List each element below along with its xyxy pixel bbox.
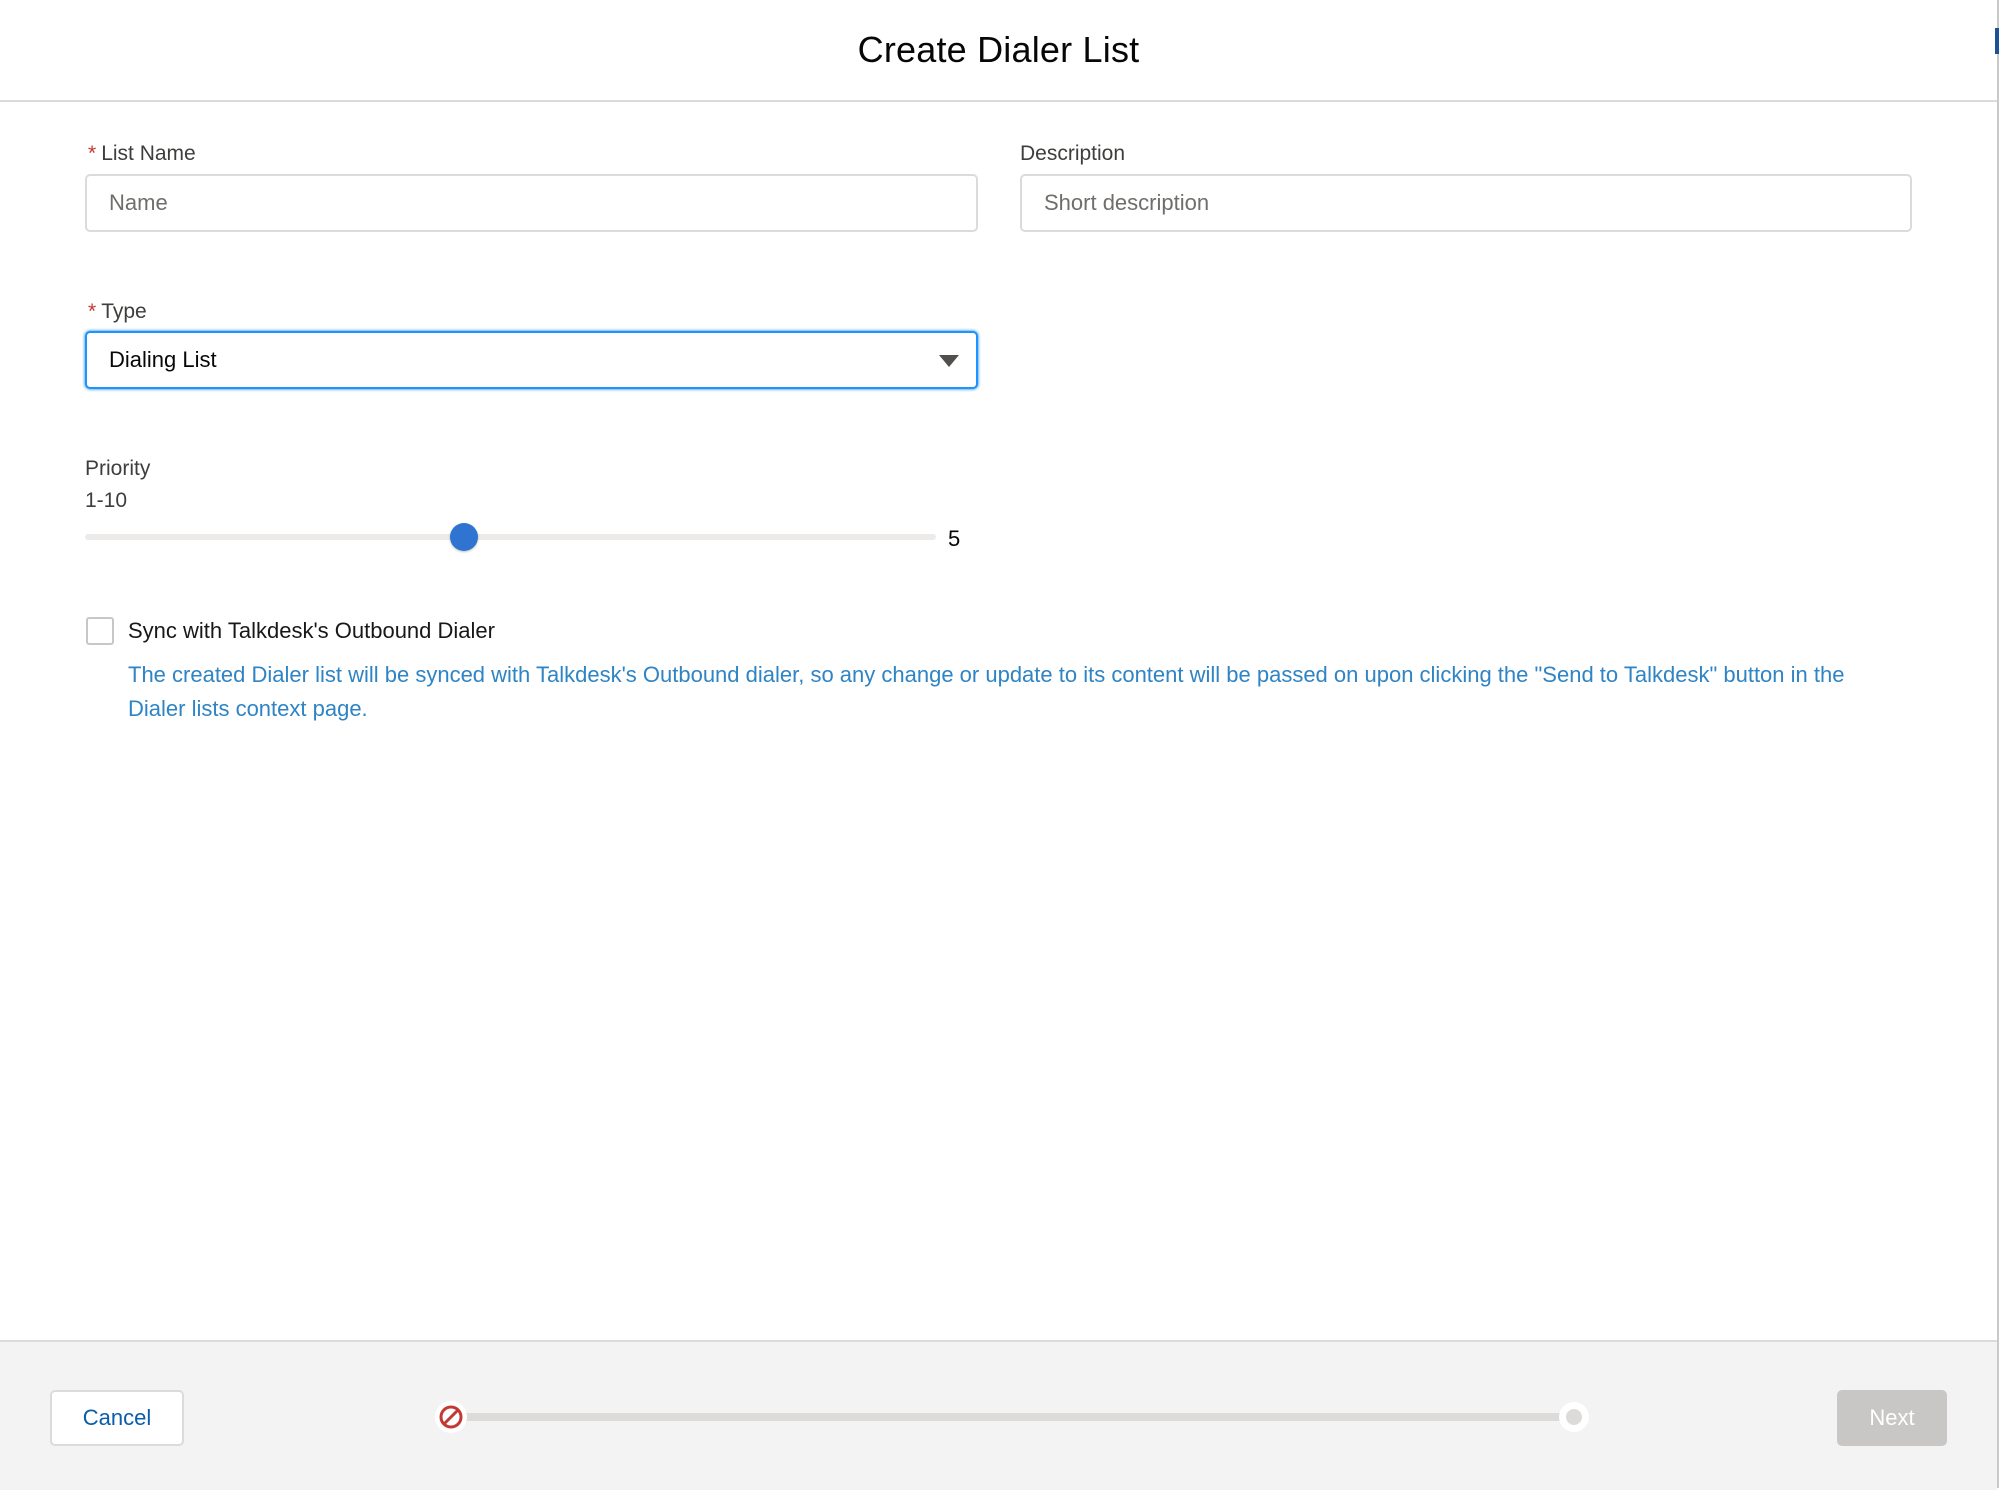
- priority-slider-track[interactable]: [85, 534, 936, 540]
- list-name-label-text: List Name: [101, 142, 196, 165]
- create-dialer-list-modal: Create Dialer List * List Name Descripti…: [0, 0, 1999, 1490]
- description-label: Description: [1020, 142, 1125, 166]
- required-marker: *: [88, 300, 97, 323]
- type-label-text: Type: [101, 300, 147, 323]
- required-marker: *: [88, 142, 97, 165]
- list-name-label: * List Name: [88, 142, 196, 166]
- progress-track: [450, 1413, 1575, 1421]
- type-label: * Type: [88, 300, 147, 324]
- list-name-input[interactable]: [85, 174, 978, 232]
- description-label-text: Description: [1020, 142, 1126, 165]
- sync-checkbox[interactable]: [86, 617, 114, 645]
- priority-range-label: 1-10: [85, 489, 127, 513]
- progress-end-step: [1559, 1402, 1589, 1432]
- type-select-value: Dialing List: [109, 347, 217, 372]
- progress-start-step: [435, 1401, 467, 1433]
- priority-label-text: Priority: [85, 457, 151, 480]
- prohibited-icon: [439, 1405, 463, 1429]
- sync-checkbox-label[interactable]: Sync with Talkdesk's Outbound Dialer: [128, 617, 495, 645]
- modal-header: Create Dialer List: [0, 0, 1997, 102]
- priority-range-text: 1-10: [85, 489, 128, 512]
- step-circle-icon: [1566, 1409, 1582, 1425]
- window-edge-accent: [1995, 28, 1999, 54]
- priority-slider-value: 5: [948, 526, 961, 551]
- cancel-button[interactable]: Cancel: [50, 1390, 184, 1446]
- description-input[interactable]: [1020, 174, 1912, 232]
- type-select[interactable]: Dialing List: [85, 331, 978, 389]
- caret-down-icon: [939, 355, 959, 367]
- sync-help-text: The created Dialer list will be synced w…: [128, 662, 1845, 721]
- priority-label: Priority: [85, 457, 150, 481]
- modal-title: Create Dialer List: [857, 29, 1140, 70]
- next-button: Next: [1837, 1390, 1947, 1446]
- priority-slider-thumb[interactable]: [450, 523, 478, 551]
